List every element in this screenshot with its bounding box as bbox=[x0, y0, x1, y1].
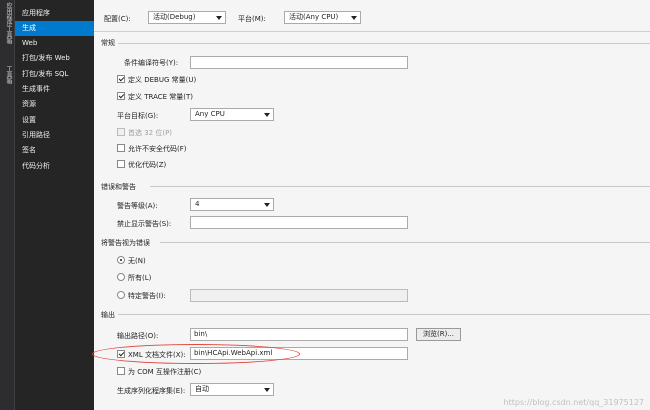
suppress-warnings-input[interactable] bbox=[190, 216, 408, 229]
define-trace-checkbox[interactable] bbox=[117, 92, 125, 100]
platform-target-label: 平台目标(G): bbox=[117, 112, 159, 120]
watermark: https://blog.csdn.net/qq_31975127 bbox=[503, 398, 644, 407]
allow-unsafe-label: 允许不安全代码(F) bbox=[128, 145, 187, 153]
rail-tab-toolbox-app[interactable]: 应用程序工具箱 bbox=[1, 2, 13, 44]
define-debug-checkbox[interactable] bbox=[117, 75, 125, 83]
serialization-dropdown[interactable]: 自动 bbox=[190, 383, 274, 396]
serialization-value: 自动 bbox=[195, 385, 209, 393]
com-interop-label: 为 COM 互操作注册(C) bbox=[128, 368, 202, 376]
define-trace-label: 定义 TRACE 常量(T) bbox=[128, 93, 194, 101]
nav-item-package-web[interactable]: 打包/发布 Web bbox=[15, 51, 94, 66]
serialization-label: 生成序列化程序集(E): bbox=[117, 387, 186, 395]
config-value: 活动(Debug) bbox=[153, 13, 196, 21]
warning-level-dropdown[interactable]: 4 bbox=[190, 198, 274, 211]
treat-warnings-all-radio[interactable] bbox=[117, 273, 125, 281]
warning-level-value: 4 bbox=[195, 200, 200, 208]
nav-item-package-sql[interactable]: 打包/发布 SQL bbox=[15, 67, 94, 82]
section-output-title: 输出 bbox=[101, 311, 115, 319]
build-properties-panel: 配置(C): 活动(Debug) 平台(M): 活动(Any CPU) 常规 条… bbox=[94, 0, 650, 410]
platform-dropdown[interactable]: 活动(Any CPU) bbox=[284, 11, 361, 24]
config-toolbar: 配置(C): 活动(Debug) 平台(M): 活动(Any CPU) bbox=[94, 0, 650, 32]
nav-item-code-analysis[interactable]: 代码分析 bbox=[15, 159, 94, 174]
config-label: 配置(C): bbox=[104, 15, 131, 23]
xml-doc-path-input[interactable]: bin\HCApi.WebApi.xml bbox=[190, 347, 408, 360]
nav-item-resources[interactable]: 资源 bbox=[15, 97, 94, 112]
conditional-symbols-input[interactable] bbox=[190, 56, 408, 69]
chevron-down-icon bbox=[264, 203, 270, 207]
section-treat-warnings-title: 将警告视为错误 bbox=[101, 239, 150, 247]
section-divider bbox=[160, 242, 650, 243]
rail-tab-toolbox[interactable]: 工具箱 bbox=[1, 66, 13, 84]
property-nav: 应用程序 生成 Web 打包/发布 Web 打包/发布 SQL 生成事件 资源 … bbox=[15, 0, 94, 410]
treat-warnings-specific-label: 特定警告(I): bbox=[128, 292, 166, 300]
section-divider bbox=[118, 314, 650, 315]
output-path-input[interactable]: bin\ bbox=[190, 328, 408, 341]
section-errors-title: 错误和警告 bbox=[101, 183, 136, 191]
warning-level-label: 警告等级(A): bbox=[117, 202, 158, 210]
suppress-warnings-label: 禁止显示警告(S): bbox=[117, 220, 172, 228]
xml-doc-label: XML 文档文件(X): bbox=[128, 351, 186, 359]
nav-item-settings[interactable]: 设置 bbox=[15, 113, 94, 128]
section-divider bbox=[118, 43, 650, 44]
define-debug-label: 定义 DEBUG 常量(U) bbox=[128, 76, 197, 84]
nav-item-build-events[interactable]: 生成事件 bbox=[15, 82, 94, 97]
platform-value: 活动(Any CPU) bbox=[289, 13, 339, 21]
nav-item-build[interactable]: 生成 bbox=[15, 21, 94, 36]
nav-item-signing[interactable]: 签名 bbox=[15, 143, 94, 158]
treat-warnings-none-radio[interactable] bbox=[117, 256, 125, 264]
conditional-symbols-label: 条件编译符号(Y): bbox=[124, 59, 179, 67]
nav-item-reference-paths[interactable]: 引用路径 bbox=[15, 128, 94, 143]
output-path-label: 输出路径(O): bbox=[117, 332, 159, 340]
nav-item-application[interactable]: 应用程序 bbox=[15, 6, 94, 21]
optimize-code-label: 优化代码(Z) bbox=[128, 161, 167, 169]
optimize-code-checkbox[interactable] bbox=[117, 160, 125, 168]
chevron-down-icon bbox=[264, 113, 270, 117]
treat-warnings-all-label: 所有(L) bbox=[128, 274, 152, 282]
section-general-title: 常规 bbox=[101, 39, 115, 47]
treat-warnings-none-label: 无(N) bbox=[128, 257, 146, 265]
config-dropdown[interactable]: 活动(Debug) bbox=[148, 11, 226, 24]
section-divider bbox=[150, 186, 650, 187]
prefer32-checkbox[interactable] bbox=[117, 128, 125, 136]
chevron-down-icon bbox=[351, 16, 357, 20]
treat-warnings-specific-radio[interactable] bbox=[117, 291, 125, 299]
nav-item-web[interactable]: Web bbox=[15, 36, 94, 51]
platform-label: 平台(M): bbox=[238, 15, 266, 23]
com-interop-checkbox[interactable] bbox=[117, 367, 125, 375]
specific-warnings-input[interactable] bbox=[190, 289, 408, 302]
chevron-down-icon bbox=[216, 16, 222, 20]
allow-unsafe-checkbox[interactable] bbox=[117, 144, 125, 152]
side-tool-rail: 应用程序工具箱 工具箱 bbox=[0, 0, 15, 410]
prefer32-label: 首选 32 位(P) bbox=[128, 129, 173, 137]
xml-doc-checkbox[interactable] bbox=[117, 350, 125, 358]
platform-target-dropdown[interactable]: Any CPU bbox=[190, 108, 274, 121]
platform-target-value: Any CPU bbox=[195, 110, 225, 118]
chevron-down-icon bbox=[264, 388, 270, 392]
browse-button[interactable]: 浏览(R)... bbox=[416, 328, 461, 341]
